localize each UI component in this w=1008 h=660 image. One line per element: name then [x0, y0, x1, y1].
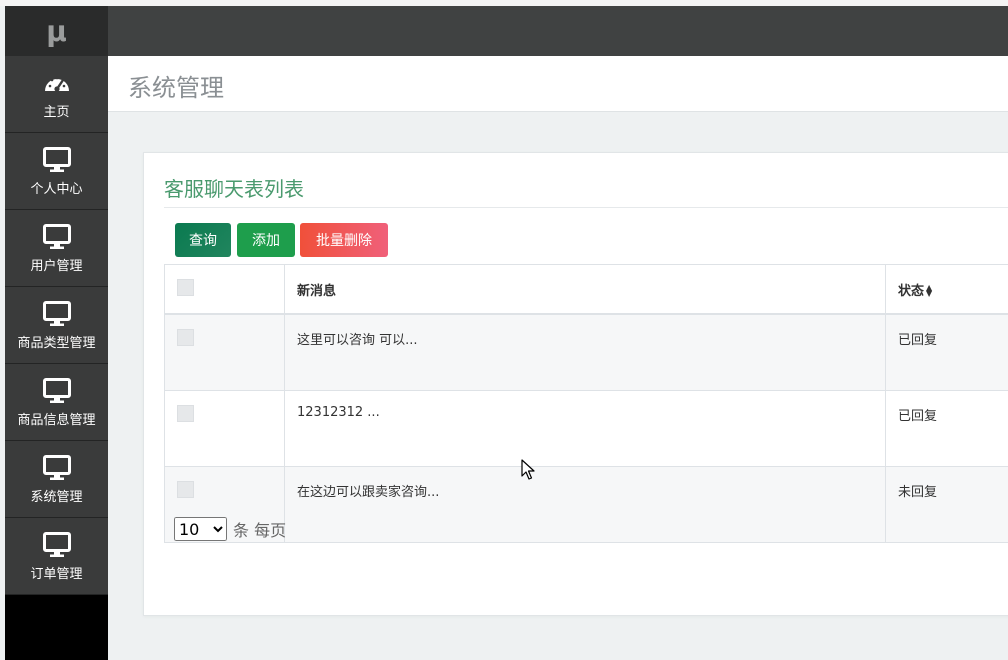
table-row[interactable]: 在这边可以跟卖家咨询... 未回复: [164, 466, 1008, 543]
message-cell: 12312312 ...: [284, 390, 886, 467]
sidebar-item-order-management[interactable]: 订单管理: [5, 518, 108, 595]
query-button[interactable]: 查询: [175, 223, 231, 257]
pagination: 10 条 每页: [174, 517, 286, 541]
column-header-status-label: 状态: [898, 283, 925, 299]
card-title: 客服聊天表列表: [164, 177, 304, 201]
sidebar-item-personal-center[interactable]: 个人中心: [5, 133, 108, 210]
row-checkbox[interactable]: [177, 481, 194, 498]
divider: [164, 207, 1008, 208]
table-row[interactable]: 这里可以咨询 可以... 已回复: [164, 313, 1008, 391]
sidebar-item-home[interactable]: 主页: [5, 56, 108, 133]
monitor-icon: [42, 531, 71, 559]
row-checkbox-cell: [164, 390, 285, 467]
sidebar-item-label: 系统管理: [30, 489, 83, 505]
column-header-message-label: 新消息: [297, 283, 337, 299]
batch-delete-button[interactable]: 批量删除: [300, 223, 388, 257]
row-checkbox-cell: [164, 313, 285, 391]
sidebar-item-label: 用户管理: [30, 258, 83, 274]
brand-logo: μ: [5, 6, 108, 56]
monitor-icon: [42, 300, 71, 328]
sidebar-item-label: 订单管理: [30, 566, 83, 582]
message-cell: 这里可以咨询 可以...: [284, 313, 886, 391]
message-cell: 在这边可以跟卖家咨询...: [284, 466, 886, 543]
table-header-row: 新消息 状态 ▲ ▼: [164, 264, 1008, 315]
sidebar-item-label: 主页: [43, 104, 70, 120]
sidebar-item-product-info-management[interactable]: 商品信息管理: [5, 364, 108, 441]
monitor-icon: [42, 146, 71, 174]
page-size-select[interactable]: 10: [174, 517, 227, 541]
sort-updown-icon[interactable]: ▲ ▼: [926, 284, 932, 298]
dashboard-gauge-icon: [43, 69, 71, 97]
sidebar-item-product-type-management[interactable]: 商品类型管理: [5, 287, 108, 364]
page-title: 系统管理: [128, 74, 224, 102]
column-header-message: 新消息: [284, 264, 886, 315]
sidebar: μ 主页 个人中心 用户管理 商品类型管理 商品信息管理 系统管理 订单管理: [5, 6, 108, 660]
mouse-pointer-icon: [521, 459, 535, 485]
add-button[interactable]: 添加: [237, 223, 295, 257]
table-row[interactable]: 12312312 ... 已回复: [164, 390, 1008, 467]
status-cell: 已回复: [885, 313, 1008, 391]
sidebar-item-label: 商品信息管理: [17, 412, 96, 428]
top-navbar: [108, 6, 1008, 56]
sidebar-item-label: 个人中心: [30, 181, 83, 197]
monitor-icon: [42, 223, 71, 251]
monitor-icon: [42, 454, 71, 482]
sidebar-item-label: 商品类型管理: [17, 335, 96, 351]
select-all-cell: [164, 264, 285, 315]
page-size-unit-label: 条 每页: [233, 521, 287, 540]
row-checkbox[interactable]: [177, 329, 194, 346]
select-all-checkbox[interactable]: [177, 278, 194, 296]
status-cell: 已回复: [885, 390, 1008, 467]
page-header: 系统管理: [108, 56, 1008, 112]
chat-table: 新消息 状态 ▲ ▼ 这里可以咨询 可以... 已回复 12312312 ... 已…: [164, 264, 1008, 543]
sidebar-item-system-management[interactable]: 系统管理: [5, 441, 108, 518]
sidebar-item-user-management[interactable]: 用户管理: [5, 210, 108, 287]
column-header-status[interactable]: 状态 ▲ ▼: [885, 264, 1008, 315]
row-checkbox[interactable]: [177, 405, 194, 422]
monitor-icon: [42, 377, 71, 405]
status-cell: 未回复: [885, 466, 1008, 543]
chat-list-card: 客服聊天表列表 查询 添加 批量删除 新消息 状态 ▲ ▼ 这里可以咨询 可以...: [143, 152, 1008, 616]
